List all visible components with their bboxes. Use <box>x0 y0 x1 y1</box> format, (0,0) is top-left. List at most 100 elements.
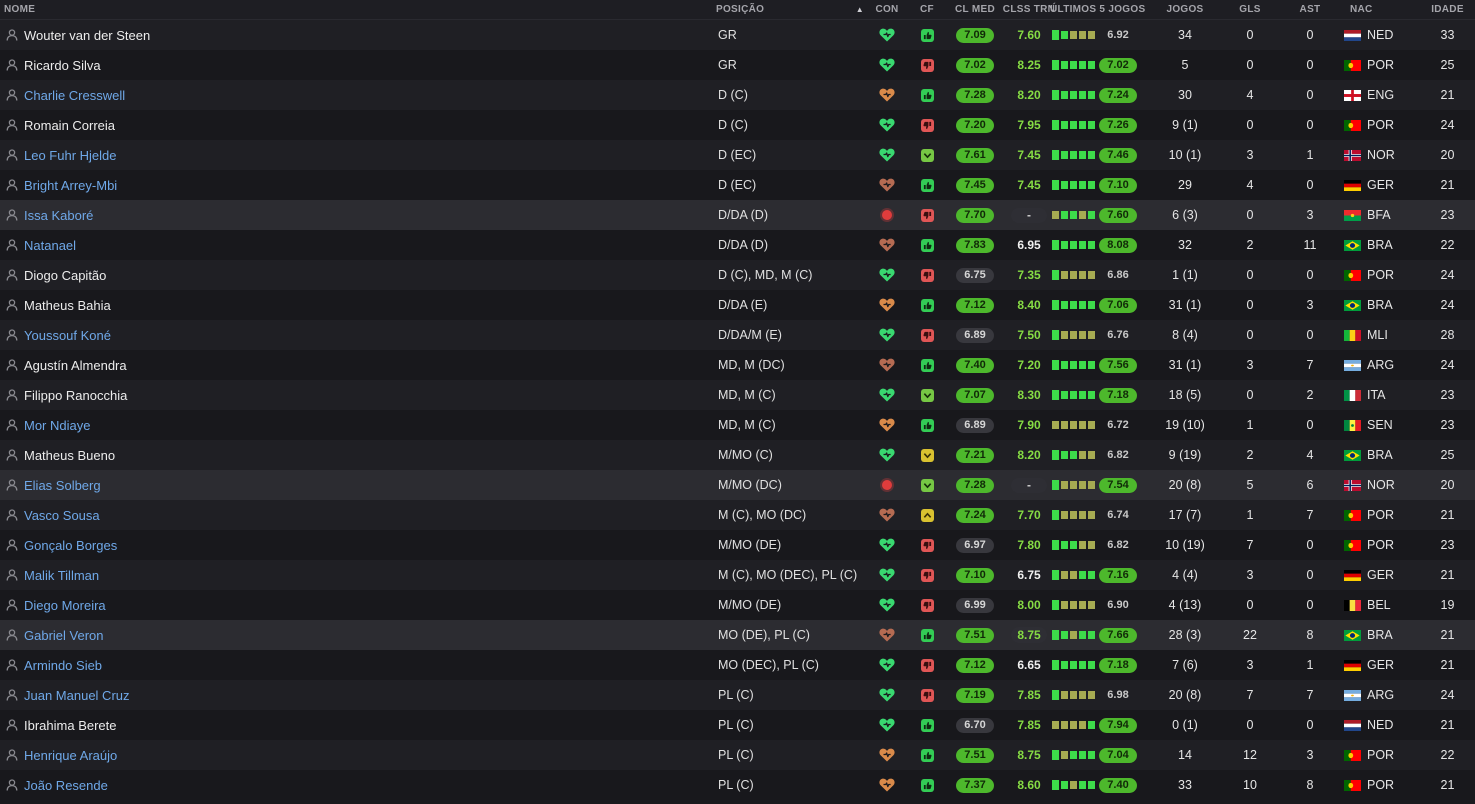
nationality-code[interactable]: BFA <box>1367 208 1391 222</box>
nationality-code[interactable]: BRA <box>1367 238 1393 252</box>
person-icon[interactable] <box>6 419 18 431</box>
header-goals[interactable]: GLS <box>1220 4 1280 15</box>
player-name-link[interactable]: Armindo Sieb <box>24 658 102 673</box>
nationality-cell[interactable]: POR <box>1340 508 1420 522</box>
player-name-link[interactable]: Youssouf Koné <box>24 328 111 343</box>
nationality-cell[interactable]: GER <box>1340 568 1420 582</box>
table-row[interactable]: Mor Ndiaye MD, M (C) 6.89 7.90 6.72 19 (10) 1 0… <box>0 410 1475 440</box>
person-icon[interactable] <box>6 239 18 251</box>
nationality-code[interactable]: ARG <box>1367 358 1394 372</box>
table-row[interactable]: Elias Solberg M/MO (DC) 7.28 - 7.54 20 (8) 5 6 N… <box>0 470 1475 500</box>
player-name-link[interactable]: Bright Arrey-Mbi <box>24 178 117 193</box>
person-icon[interactable] <box>6 659 18 671</box>
nationality-code[interactable]: POR <box>1367 268 1394 282</box>
person-icon[interactable] <box>6 299 18 311</box>
table-row[interactable]: Ricardo Silva GR 7.02 8.25 7.02 5 0 0 POR 25 <box>0 50 1475 80</box>
nationality-code[interactable]: POR <box>1367 118 1394 132</box>
nationality-code[interactable]: POR <box>1367 58 1394 72</box>
nationality-code[interactable]: BRA <box>1367 628 1393 642</box>
person-icon[interactable] <box>6 599 18 611</box>
table-row[interactable]: Armindo Sieb MO (DEC), PL (C) 7.12 6.65 7.18… <box>0 650 1475 680</box>
nationality-cell[interactable]: BFA <box>1340 208 1420 222</box>
person-icon[interactable] <box>6 689 18 701</box>
person-icon[interactable] <box>6 359 18 371</box>
nationality-code[interactable]: BRA <box>1367 298 1393 312</box>
nationality-cell[interactable]: NED <box>1340 718 1420 732</box>
table-row[interactable]: Natanael D/DA (D) 7.83 6.95 8.08 32 2 11 BRA 22 <box>0 230 1475 260</box>
player-name-link[interactable]: Gabriel Veron <box>24 628 104 643</box>
nationality-code[interactable]: NED <box>1367 718 1393 732</box>
player-name-link[interactable]: Natanael <box>24 238 76 253</box>
table-row[interactable]: Wouter van der Steen GR 7.09 7.60 6.92 34 0 0 NE… <box>0 20 1475 50</box>
nationality-code[interactable]: ITA <box>1367 388 1386 402</box>
table-row[interactable]: Youssouf Koné D/DA/M (E) 6.89 7.50 6.76 8 (4)… <box>0 320 1475 350</box>
table-row[interactable]: João Resende PL (C) 7.37 8.60 7.40 33 10 8 POR 21 <box>0 770 1475 800</box>
header-apps[interactable]: JOGOS <box>1150 4 1220 15</box>
person-icon[interactable] <box>6 89 18 101</box>
nationality-code[interactable]: NED <box>1367 28 1393 42</box>
person-icon[interactable] <box>6 329 18 341</box>
nationality-cell[interactable]: POR <box>1340 748 1420 762</box>
table-row[interactable]: Romain Correia D (C) 7.20 7.95 7.26 9 (1) 0 0 PO… <box>0 110 1475 140</box>
nationality-cell[interactable]: POR <box>1340 58 1420 72</box>
person-icon[interactable] <box>6 719 18 731</box>
header-age[interactable]: IDADE <box>1420 4 1475 15</box>
table-row[interactable]: Issa Kaboré D/DA (D) 7.70 - 7.60 6 (3) 0 3 BFA 23 <box>0 200 1475 230</box>
person-icon[interactable] <box>6 449 18 461</box>
table-row[interactable]: Gabriel Veron MO (DE), PL (C) 7.51 8.75 7.66… <box>0 620 1475 650</box>
table-row[interactable]: Vasco Sousa M (C), MO (DC) 7.24 7.70 6.74 17 … <box>0 500 1475 530</box>
header-avg-rating[interactable]: CL MED <box>942 4 1008 15</box>
player-name-link[interactable]: Diogo Capitão <box>24 268 106 283</box>
person-icon[interactable] <box>6 119 18 131</box>
nationality-code[interactable]: NOR <box>1367 478 1395 492</box>
header-last-5-games[interactable]: ÚLTIMOS 5 JOGOS <box>1050 4 1150 15</box>
nationality-cell[interactable]: NOR <box>1340 148 1420 162</box>
nationality-cell[interactable]: BRA <box>1340 628 1420 642</box>
table-row[interactable]: Ibrahima Berete PL (C) 6.70 7.85 7.94 0 (1) 0 0… <box>0 710 1475 740</box>
player-name-link[interactable]: Henrique Araújo <box>24 748 117 763</box>
player-name-link[interactable]: Charlie Cresswell <box>24 88 125 103</box>
nationality-cell[interactable]: BRA <box>1340 448 1420 462</box>
player-name-link[interactable]: Ricardo Silva <box>24 58 101 73</box>
nationality-cell[interactable]: MLI <box>1340 328 1420 342</box>
injury-icon[interactable] <box>882 210 892 220</box>
player-name-link[interactable]: Gonçalo Borges <box>24 538 117 553</box>
person-icon[interactable] <box>6 539 18 551</box>
nationality-code[interactable]: ENG <box>1367 88 1394 102</box>
nationality-cell[interactable]: NOR <box>1340 478 1420 492</box>
player-name-link[interactable]: Romain Correia <box>24 118 115 133</box>
table-row[interactable]: Diego Moreira M/MO (DE) 6.99 8.00 6.90 4 (13)… <box>0 590 1475 620</box>
nationality-cell[interactable]: GER <box>1340 178 1420 192</box>
person-icon[interactable] <box>6 509 18 521</box>
player-name-link[interactable]: Juan Manuel Cruz <box>24 688 130 703</box>
nationality-cell[interactable]: POR <box>1340 268 1420 282</box>
nationality-code[interactable]: POR <box>1367 508 1394 522</box>
nationality-code[interactable]: GER <box>1367 568 1394 582</box>
player-name-link[interactable]: Diego Moreira <box>24 598 106 613</box>
table-row[interactable]: Leo Fuhr Hjelde D (EC) 7.61 7.45 7.46 10 (1) 3… <box>0 140 1475 170</box>
table-row[interactable]: Matheus Bahia D/DA (E) 7.12 8.40 7.06 31 (1) 0… <box>0 290 1475 320</box>
table-row[interactable]: Henrique Araújo PL (C) 7.51 8.75 7.04 14 12 3 PO… <box>0 740 1475 770</box>
table-row[interactable]: Diogo Capitão D (C), MD, M (C) 6.75 7.35 6.8… <box>0 260 1475 290</box>
header-name[interactable]: NOME <box>0 4 712 15</box>
nationality-code[interactable]: ARG <box>1367 688 1394 702</box>
person-icon[interactable] <box>6 149 18 161</box>
header-position[interactable]: POSIÇÃO ▲ <box>712 4 864 15</box>
nationality-code[interactable]: NOR <box>1367 148 1395 162</box>
nationality-code[interactable]: GER <box>1367 658 1394 672</box>
header-cf[interactable]: CF <box>912 4 942 15</box>
player-name-link[interactable]: Mor Ndiaye <box>24 418 90 433</box>
person-icon[interactable] <box>6 749 18 761</box>
player-name-link[interactable]: Agustín Almendra <box>24 358 127 373</box>
nationality-cell[interactable]: NED <box>1340 28 1420 42</box>
player-name-link[interactable]: Matheus Bahia <box>24 298 111 313</box>
nationality-code[interactable]: SEN <box>1367 418 1393 432</box>
nationality-code[interactable]: POR <box>1367 778 1394 792</box>
person-icon[interactable] <box>6 269 18 281</box>
nationality-code[interactable]: BRA <box>1367 448 1393 462</box>
table-row[interactable]: Juan Manuel Cruz PL (C) 7.19 7.85 6.98 20 (8)… <box>0 680 1475 710</box>
person-icon[interactable] <box>6 179 18 191</box>
person-icon[interactable] <box>6 629 18 641</box>
player-name-link[interactable]: João Resende <box>24 778 108 793</box>
table-row[interactable]: Gonçalo Borges M/MO (DE) 6.97 7.80 6.82 10 (1… <box>0 530 1475 560</box>
